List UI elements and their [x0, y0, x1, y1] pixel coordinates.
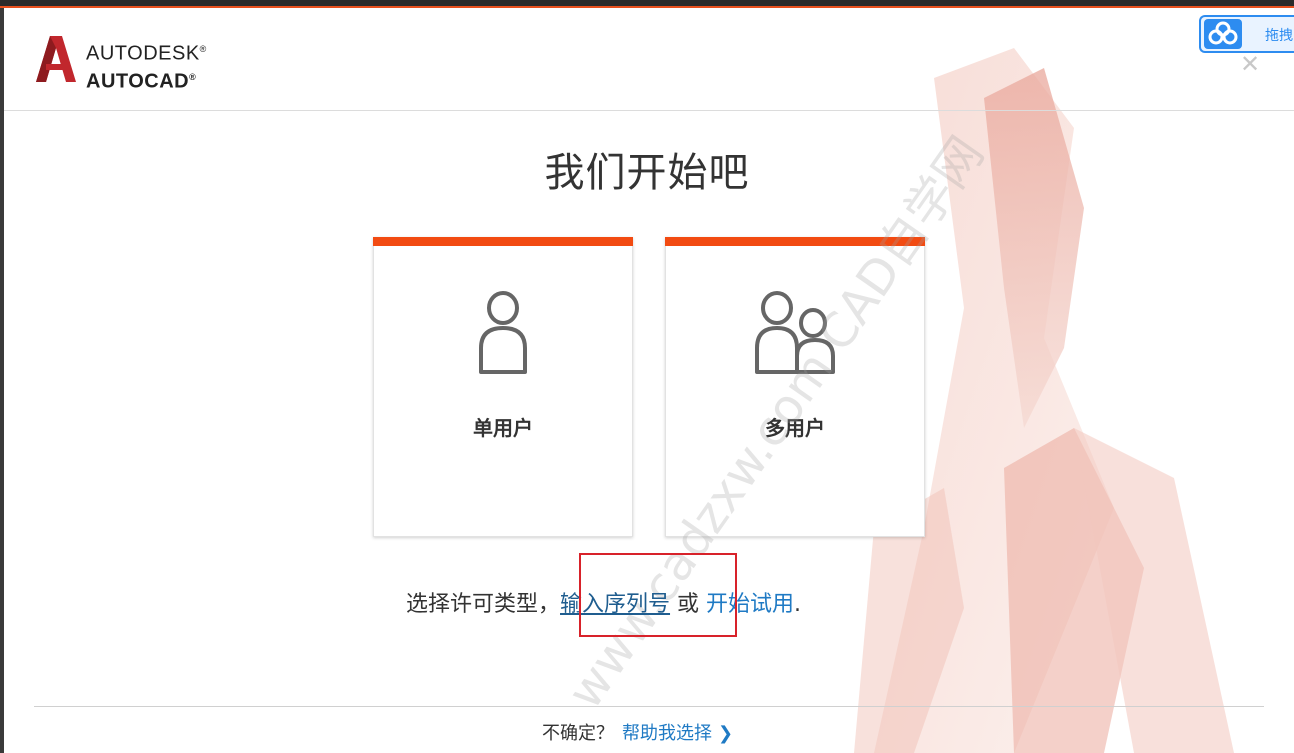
footer-help: 不确定？ 帮助我选择 ❯: [542, 719, 733, 745]
footer-question: 不确定？: [542, 723, 614, 744]
window-edge: [0, 8, 4, 753]
brand-reg-mark: ®: [189, 71, 197, 82]
single-user-icon: [479, 291, 527, 374]
brand-reg-mark: ®: [199, 44, 207, 54]
license-prompt: 选择许可类型，输入序列号 或 开始试用.: [406, 586, 801, 618]
autocad-logo-icon: [36, 36, 76, 82]
autodesk-autocad-logo: AUTODESK® AUTOCAD®: [34, 36, 234, 92]
baidu-cloud-icon: [1204, 19, 1242, 49]
chevron-right-icon[interactable]: ❯: [718, 723, 733, 744]
enter-serial-link[interactable]: 输入序列号: [560, 592, 670, 617]
brand-line1: AUTODESK: [86, 42, 200, 65]
single-user-label: 单用户: [473, 416, 533, 440]
taskbar-strip: [0, 0, 1294, 8]
prompt-suffix: .: [794, 592, 802, 617]
prompt-or: 或: [670, 592, 707, 617]
prompt-prefix: 选择许可类型，: [406, 592, 561, 617]
brand-line2: AUTOCAD: [86, 70, 190, 93]
header: AUTODESK® AUTOCAD®: [4, 8, 1294, 111]
card-accent-bar: [665, 237, 925, 246]
netdisk-float-widget[interactable]: 拖拽: [1199, 15, 1294, 53]
start-trial-link[interactable]: 开始试用: [706, 592, 794, 617]
help-me-choose-link[interactable]: 帮助我选择: [622, 723, 712, 744]
single-user-card[interactable]: 单用户: [373, 237, 633, 537]
footer-divider: [34, 706, 1264, 707]
float-widget-label: 拖拽: [1265, 28, 1293, 44]
close-icon[interactable]: ✕: [1238, 52, 1262, 76]
card-accent-bar: [373, 237, 633, 246]
multi-user-icon: [755, 291, 835, 374]
page-title: 我们开始吧: [544, 150, 750, 196]
multi-user-card[interactable]: 多用户: [665, 237, 925, 537]
multi-user-label: 多用户: [765, 416, 825, 440]
